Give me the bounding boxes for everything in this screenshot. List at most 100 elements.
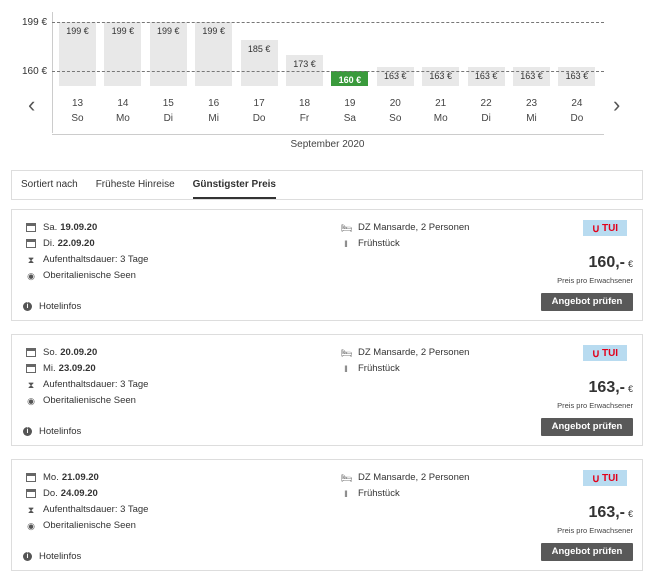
outbound-date: So. 20.09.20 (26, 347, 97, 358)
day-label[interactable]: 23 Mi (513, 96, 550, 126)
calendar-icon (26, 473, 36, 482)
location-pin-icon: ◉ (27, 520, 35, 531)
weekday: Mo (433, 113, 448, 124)
offer-card-1: Sa. 19.09.20 Di. 22.09.20 ⧗ Aufenthaltsdaue… (11, 209, 643, 321)
hourglass-icon: ⧗ (27, 504, 35, 515)
offer-card-3: Mo. 21.09.20 Do. 24.09.20 ⧗ Aufenthaltsdaue… (11, 459, 643, 571)
weekday: Do (252, 113, 266, 124)
outbound-date: Sa. 19.09.20 (26, 222, 97, 233)
day-number: 16 (208, 98, 220, 109)
bar-value-label: 173 € (293, 58, 316, 69)
day-number: 19 (344, 98, 356, 109)
tui-logo: ∪ TUI (583, 220, 627, 236)
room-type: 🛏 DZ Mansarde, 2 Personen (341, 222, 470, 233)
duration: ⧗ Aufenthaltsdauer: 3 Tage (27, 254, 149, 265)
cutlery-icon: ‖ (344, 488, 348, 499)
day-label[interactable]: 21 Mo (422, 96, 459, 126)
return-date: Mi. 23.09.20 (26, 363, 96, 374)
board-type: ‖ Frühstück (341, 363, 400, 374)
info-icon: i (23, 302, 32, 311)
room-type: 🛏 DZ Mansarde, 2 Personen (341, 347, 470, 358)
day-label[interactable]: 16 Mi (195, 96, 232, 126)
bar-value-label: 160 € (338, 75, 362, 85)
day-number: 24 (571, 98, 583, 109)
price-note: Preis pro Erwachsener (557, 401, 633, 410)
check-offer-button[interactable]: Angebot prüfen (541, 543, 633, 561)
y-tick-label-160: 160 € (22, 66, 48, 77)
board-type: ‖ Frühstück (341, 238, 400, 249)
weekday: Mo (115, 113, 130, 124)
duration: ⧗ Aufenthaltsdauer: 3 Tage (27, 379, 149, 390)
day-number: 15 (162, 98, 174, 109)
day-label[interactable]: 20 So (377, 96, 414, 126)
sort-bar: Sortiert nach Früheste Hinreise Günstigs… (11, 170, 643, 200)
weekday: Di (481, 113, 491, 124)
bar-value-label: 199 € (111, 26, 135, 36)
weekday: Mi (208, 113, 219, 124)
chevron-left-icon[interactable]: ‹ (28, 94, 35, 116)
day-label[interactable]: 18 Fr (286, 96, 323, 126)
price-note: Preis pro Erwachsener (557, 526, 633, 535)
check-offer-button[interactable]: Angebot prüfen (541, 293, 633, 311)
day-number: 20 (389, 98, 401, 109)
bar-value-label: 163 € (474, 71, 498, 82)
sort-option-earliest[interactable]: Früheste Hinreise (96, 171, 175, 199)
day-label[interactable]: 19 Sa (331, 96, 368, 126)
hotel-info-link[interactable]: i Hotelinfos (23, 426, 81, 437)
bar-value-label: 199 € (66, 26, 89, 36)
chart-y-axis (52, 12, 53, 133)
chart-baseline (52, 134, 604, 135)
return-date: Di. 22.09.20 (26, 238, 95, 249)
sort-label: Sortiert nach (21, 179, 78, 190)
day-number: 17 (253, 98, 265, 109)
day-number: 18 (298, 98, 311, 109)
day-label[interactable]: 15 Di (150, 96, 187, 126)
weekday: Fr (299, 113, 310, 124)
info-icon: i (23, 552, 32, 561)
day-label[interactable]: 22 Di (468, 96, 505, 126)
hotel-info-link[interactable]: i Hotelinfos (23, 301, 81, 312)
tui-logo: ∪ TUI (583, 345, 627, 361)
bar-value-label: 199 € (157, 26, 180, 36)
calendar-icon (26, 239, 36, 248)
region: ◉ Oberitalienische Seen (27, 395, 136, 406)
day-number: 14 (117, 98, 129, 109)
day-label[interactable]: 17 Do (241, 96, 278, 126)
month-label: September 2020 (290, 139, 365, 150)
price-note: Preis pro Erwachsener (557, 276, 633, 285)
location-pin-icon: ◉ (27, 270, 35, 281)
price: 160,- € (588, 254, 633, 271)
region: ◉ Oberitalienische Seen (27, 520, 136, 531)
offer-card-2: So. 20.09.20 Mi. 23.09.20 ⧗ Aufenthaltsdaue… (11, 334, 643, 446)
price-chart: 199 € 160 € 199 € 199 € 199 € 199 € 185 € 173… (0, 0, 655, 160)
check-offer-button[interactable]: Angebot prüfen (541, 418, 633, 436)
region: ◉ Oberitalienische Seen (27, 270, 136, 281)
day-number: 23 (525, 98, 538, 109)
day-label[interactable]: 14 Mo (104, 96, 141, 126)
board-type: ‖ Frühstück (341, 488, 400, 499)
bed-icon: 🛏 (341, 347, 353, 358)
bar-value-label: 163 € (520, 71, 543, 82)
hourglass-icon: ⧗ (27, 379, 35, 390)
day-number: 21 (435, 98, 447, 109)
location-pin-icon: ◉ (27, 395, 35, 406)
sort-option-cheapest[interactable]: Günstigster Preis (192, 171, 276, 199)
weekday: So (71, 113, 84, 124)
price: 163,- € (588, 504, 633, 521)
bar-value-label: 163 € (429, 71, 452, 82)
weekday: Sa (343, 113, 356, 124)
day-label[interactable]: 13 So (59, 96, 96, 126)
duration: ⧗ Aufenthaltsdauer: 3 Tage (27, 504, 149, 515)
bar-value-label: 163 € (384, 71, 407, 82)
bed-icon: 🛏 (341, 472, 353, 483)
calendar-icon (26, 489, 36, 498)
gridline-199 (52, 22, 604, 23)
weekday: So (389, 113, 402, 124)
chevron-right-icon[interactable]: › (613, 94, 620, 116)
day-label[interactable]: 24 Do (558, 96, 595, 126)
price: 163,- € (588, 379, 633, 396)
hotel-info-link[interactable]: i Hotelinfos (23, 551, 81, 562)
weekday: Mi (526, 113, 537, 124)
day-number: 13 (71, 98, 84, 109)
y-tick-label-199: 199 € (22, 17, 48, 28)
